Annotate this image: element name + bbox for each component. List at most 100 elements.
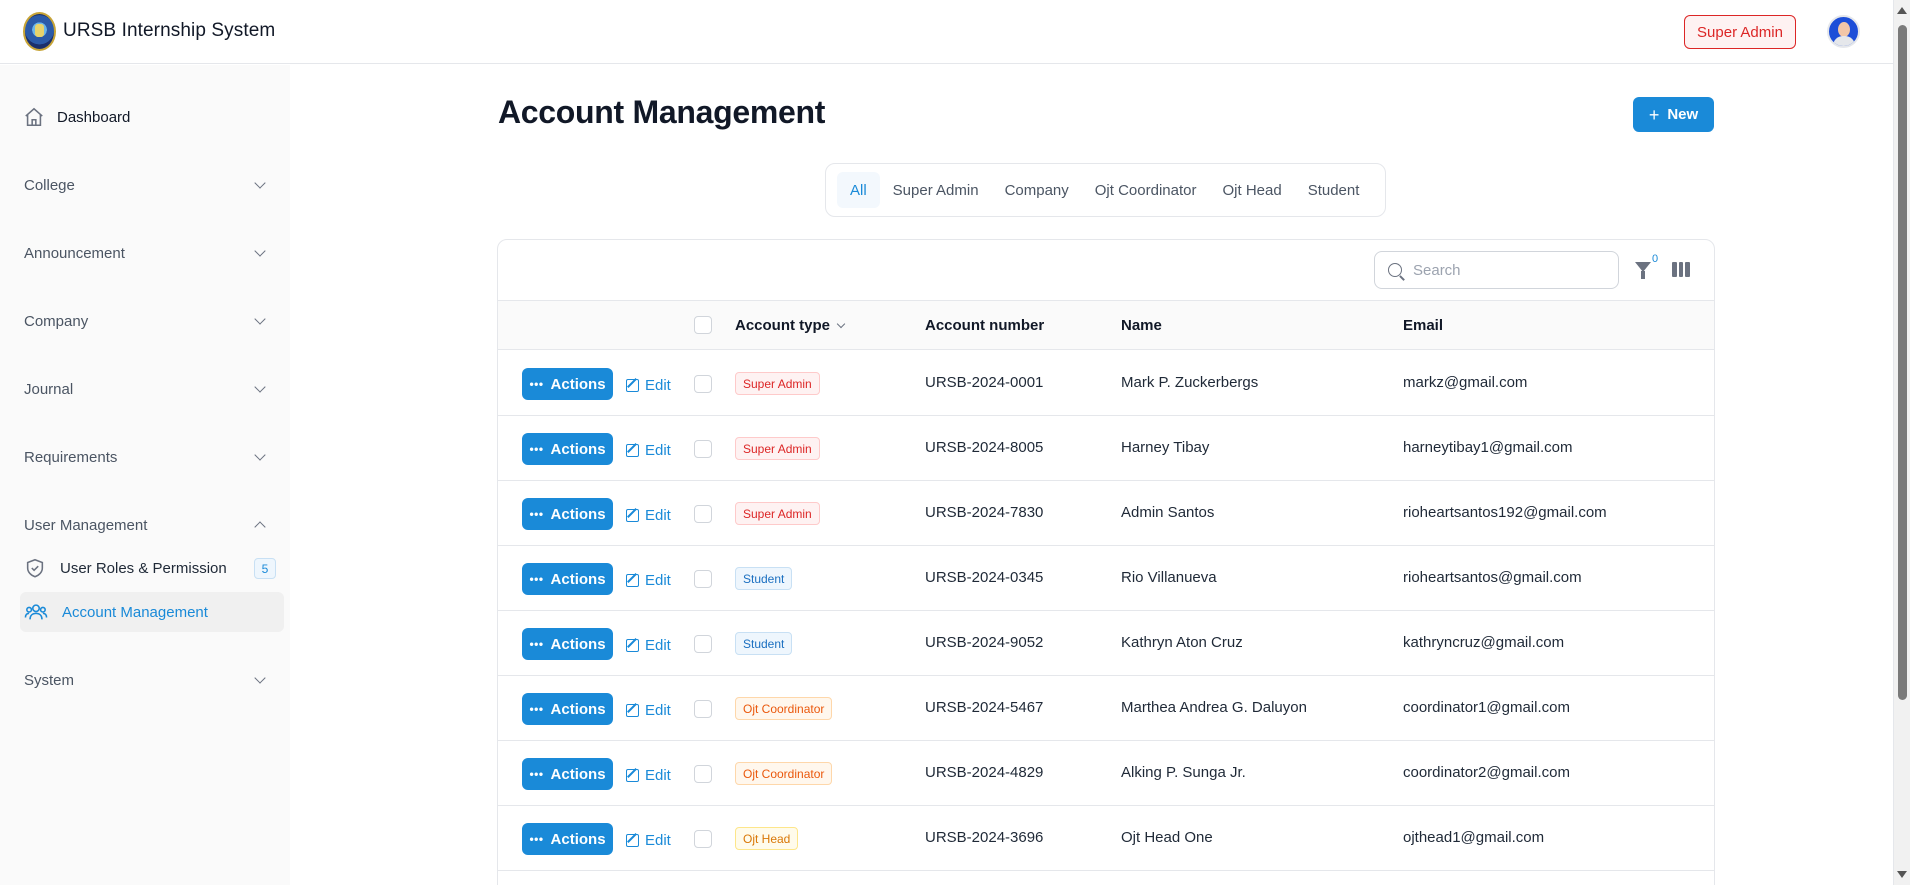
edit-link[interactable]: Edit	[626, 635, 671, 655]
edit-label: Edit	[645, 506, 671, 524]
avatar-shoulders-icon	[1833, 36, 1855, 46]
actions-button[interactable]: ••• Actions	[522, 368, 613, 400]
row-checkbox[interactable]	[694, 700, 712, 718]
row-checkbox[interactable]	[694, 505, 712, 523]
account-number-cell: URSB-2024-5467	[925, 699, 1044, 716]
tab-student[interactable]: Student	[1295, 172, 1373, 208]
actions-label: Actions	[550, 570, 606, 588]
edit-icon	[626, 443, 639, 457]
account-type-tag: Ojt Coordinator	[735, 762, 833, 785]
new-button[interactable]: + New	[1633, 97, 1714, 132]
sidebar-group-college[interactable]: College	[24, 173, 274, 197]
email-cell: coordinator2@gmail.com	[1403, 764, 1570, 781]
sidebar-group-journal[interactable]: Journal	[24, 377, 274, 401]
search-box[interactable]	[1374, 251, 1619, 289]
shield-check-icon	[26, 558, 44, 578]
table-row: ••• Actions Edit Student URSB-2024-0345 Rio V…	[498, 546, 1714, 611]
scroll-down-arrow-icon[interactable]	[1897, 871, 1907, 878]
select-all-checkbox[interactable]	[694, 316, 712, 334]
actions-label: Actions	[550, 505, 606, 523]
more-dots-icon: •••	[529, 832, 544, 846]
sidebar-group-company[interactable]: Company	[24, 309, 274, 333]
actions-button[interactable]: ••• Actions	[522, 758, 613, 790]
email-cell: ojthead1@gmail.com	[1403, 829, 1545, 846]
account-number-cell: URSB-2024-8005	[925, 439, 1044, 456]
filter-icon[interactable]	[1635, 262, 1651, 279]
edit-icon	[626, 638, 639, 652]
plus-icon: +	[1648, 104, 1660, 125]
row-checkbox[interactable]	[694, 635, 712, 653]
account-type-tag: Super Admin	[735, 437, 820, 460]
sidebar-group-requirements[interactable]: Requirements	[24, 445, 274, 469]
users-icon	[24, 604, 48, 620]
sidebar-group-label: College	[24, 176, 75, 194]
table-row: ••• Actions Edit Ojt Head URSB-2024-3696 Ojt …	[498, 806, 1714, 871]
scroll-up-arrow-icon[interactable]	[1897, 7, 1907, 14]
edit-label: Edit	[645, 766, 671, 784]
actions-button[interactable]: ••• Actions	[522, 823, 613, 855]
row-checkbox[interactable]	[694, 765, 712, 783]
column-header-label: Account type	[735, 317, 831, 334]
account-number-cell: URSB-2024-3696	[925, 829, 1044, 846]
avatar[interactable]	[1827, 15, 1860, 48]
page-title: Account Management	[498, 94, 826, 130]
actions-button[interactable]: ••• Actions	[522, 693, 613, 725]
tab-company[interactable]: Company	[992, 172, 1082, 208]
chevron-down-icon	[254, 313, 266, 325]
row-checkbox[interactable]	[694, 570, 712, 588]
more-dots-icon: •••	[529, 572, 544, 586]
row-checkbox[interactable]	[694, 440, 712, 458]
sidebar-item-dashboard[interactable]: Dashboard	[23, 102, 130, 132]
account-number-cell: URSB-2024-0345	[925, 569, 1044, 586]
account-type-tag: Student	[735, 567, 793, 590]
edit-link[interactable]: Edit	[626, 440, 671, 460]
search-input[interactable]	[1413, 261, 1603, 279]
column-header-account-number: Account number	[925, 317, 1045, 334]
more-dots-icon: •••	[529, 507, 544, 521]
sidebar-group-system[interactable]: System	[24, 668, 274, 692]
edit-link[interactable]: Edit	[626, 375, 671, 395]
email-cell: harneytibay1@gmail.com	[1403, 439, 1573, 456]
sidebar-group-announcement[interactable]: Announcement	[24, 241, 274, 265]
actions-button[interactable]: ••• Actions	[522, 498, 613, 530]
edit-label: Edit	[645, 441, 671, 459]
more-dots-icon: •••	[529, 702, 544, 716]
scrollbar-thumb[interactable]	[1898, 25, 1907, 700]
edit-icon	[626, 573, 639, 587]
chevron-down-icon	[254, 245, 266, 257]
row-checkbox[interactable]	[694, 375, 712, 393]
role-badge[interactable]: Super Admin	[1684, 15, 1796, 49]
accounts-table: 0 Account type Account number Name Email…	[497, 239, 1715, 885]
tab-ojt-head[interactable]: Ojt Head	[1209, 172, 1294, 208]
edit-link[interactable]: Edit	[626, 700, 671, 720]
account-number-cell: URSB-2024-0001	[925, 374, 1044, 391]
account-type-tabs: All Super Admin Company Ojt Coordinator …	[825, 163, 1386, 217]
column-header-account-type[interactable]: Account type	[735, 317, 846, 334]
name-cell: Alking P. Sunga Jr.	[1121, 764, 1246, 781]
more-dots-icon: •••	[529, 442, 544, 456]
search-icon	[1388, 263, 1402, 277]
sidebar-group-user-management[interactable]: User Management	[24, 513, 274, 537]
actions-button[interactable]: ••• Actions	[522, 563, 613, 595]
sidebar-item-account-management[interactable]: Account Management	[20, 592, 284, 632]
chevron-down-icon	[254, 449, 266, 461]
sidebar-group-label: Journal	[24, 380, 74, 398]
columns-toggle-icon[interactable]	[1672, 262, 1691, 277]
edit-label: Edit	[645, 636, 671, 654]
tab-ojt-coordinator[interactable]: Ojt Coordinator	[1082, 172, 1210, 208]
table-header: Account type Account number Name Email	[498, 300, 1714, 350]
scrollbar[interactable]	[1893, 0, 1910, 885]
actions-button[interactable]: ••• Actions	[522, 628, 613, 660]
tab-all[interactable]: All	[837, 172, 880, 208]
edit-link[interactable]: Edit	[626, 570, 671, 590]
edit-label: Edit	[645, 701, 671, 719]
sidebar-item-user-roles[interactable]: User Roles & Permission 5	[20, 548, 284, 588]
row-checkbox[interactable]	[694, 830, 712, 848]
edit-link[interactable]: Edit	[626, 765, 671, 785]
edit-link[interactable]: Edit	[626, 830, 671, 850]
home-icon	[25, 107, 43, 127]
edit-link[interactable]: Edit	[626, 505, 671, 525]
ursb-logo-icon	[23, 12, 56, 51]
tab-super-admin[interactable]: Super Admin	[880, 172, 992, 208]
actions-button[interactable]: ••• Actions	[522, 433, 613, 465]
